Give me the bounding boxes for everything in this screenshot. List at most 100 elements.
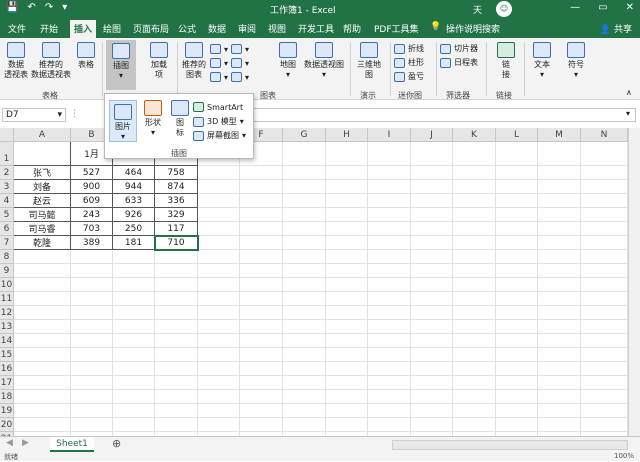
tell-me-search[interactable]: 操作说明搜索	[446, 22, 500, 35]
table-cell[interactable]: 609	[71, 194, 113, 208]
grid-cell[interactable]	[411, 236, 453, 250]
row-header[interactable]: 16	[0, 362, 14, 376]
hierarchy-chart-icon[interactable]	[231, 44, 243, 54]
grid-cell[interactable]	[14, 334, 71, 348]
grid-cell[interactable]	[113, 250, 155, 264]
row-header[interactable]: 3	[0, 180, 14, 194]
save-icon[interactable]: 💾	[6, 2, 18, 13]
grid-cell[interactable]	[113, 278, 155, 292]
grid-cell[interactable]	[368, 278, 411, 292]
grid-cell[interactable]	[411, 142, 453, 166]
pie-chart-icon[interactable]	[210, 72, 221, 82]
grid-cell[interactable]	[283, 404, 326, 418]
grid-cell[interactable]	[155, 390, 198, 404]
grid-cell[interactable]	[113, 390, 155, 404]
select-all-corner[interactable]	[0, 128, 14, 142]
screenshot-button[interactable]: 屏幕截图 ▾	[193, 130, 246, 141]
column-header[interactable]: I	[368, 128, 411, 142]
grid-cell[interactable]	[453, 236, 496, 250]
grid-cell[interactable]	[326, 306, 368, 320]
grid-cell[interactable]	[368, 348, 411, 362]
row-header[interactable]: 6	[0, 222, 14, 236]
grid-cell[interactable]	[581, 264, 628, 278]
grid-cell[interactable]	[538, 292, 581, 306]
sparkline-column-button[interactable]: 柱形	[394, 57, 424, 68]
grid-cell[interactable]	[113, 348, 155, 362]
row-header[interactable]: 2	[0, 166, 14, 180]
row-header[interactable]: 12	[0, 306, 14, 320]
grid-cell[interactable]	[240, 222, 283, 236]
grid-cell[interactable]	[283, 208, 326, 222]
grid-cell[interactable]	[113, 376, 155, 390]
column-header[interactable]: M	[538, 128, 581, 142]
sheet-nav-left-icon[interactable]: ◀	[6, 438, 13, 448]
grid-cell[interactable]	[453, 250, 496, 264]
grid-cell[interactable]	[198, 208, 240, 222]
grid-cell[interactable]	[326, 264, 368, 278]
grid-cell[interactable]	[453, 390, 496, 404]
grid-cell[interactable]	[326, 334, 368, 348]
grid-cell[interactable]	[326, 180, 368, 194]
illustrations-button[interactable]: 插图 ▾	[106, 40, 136, 90]
icons-button[interactable]: 图 标	[169, 100, 191, 138]
grid-cell[interactable]	[368, 292, 411, 306]
row-header[interactable]: 1	[0, 142, 14, 166]
grid-cell[interactable]	[283, 390, 326, 404]
grid-cell[interactable]	[496, 278, 538, 292]
grid-cell[interactable]	[283, 362, 326, 376]
grid-cell[interactable]	[14, 292, 71, 306]
recommended-charts-button[interactable]: 推荐的 图表	[180, 42, 208, 80]
grid-cell[interactable]	[71, 418, 113, 432]
table-cell[interactable]: 张飞	[14, 166, 71, 180]
grid-cell[interactable]	[155, 306, 198, 320]
grid-cell[interactable]	[411, 376, 453, 390]
table-cell[interactable]: 633	[113, 194, 155, 208]
grid-cell[interactable]	[240, 292, 283, 306]
grid-cell[interactable]	[283, 320, 326, 334]
tab-draw[interactable]: 绘图	[103, 22, 121, 35]
grid-cell[interactable]	[538, 320, 581, 334]
text-button[interactable]: 文本 ▾	[528, 42, 556, 80]
grid-cell[interactable]	[538, 334, 581, 348]
row-header[interactable]: 15	[0, 348, 14, 362]
tab-insert[interactable]: 插入	[70, 20, 97, 38]
grid-cell[interactable]	[71, 292, 113, 306]
grid-cell[interactable]	[71, 348, 113, 362]
grid-cell[interactable]	[14, 320, 71, 334]
timeline-button[interactable]: 日程表	[440, 57, 478, 68]
grid-cell[interactable]	[538, 278, 581, 292]
grid-cell[interactable]	[453, 362, 496, 376]
grid-cell[interactable]	[453, 264, 496, 278]
grid-cell[interactable]	[71, 404, 113, 418]
grid-cell[interactable]	[411, 334, 453, 348]
grid-cell[interactable]	[411, 306, 453, 320]
grid-cell[interactable]	[453, 306, 496, 320]
grid-cell[interactable]	[326, 208, 368, 222]
pivotchart-button[interactable]: 数据透视图 ▾	[302, 42, 346, 80]
grid-cell[interactable]	[368, 236, 411, 250]
table-cell[interactable]: 703	[71, 222, 113, 236]
grid-cell[interactable]	[368, 166, 411, 180]
grid-cell[interactable]	[496, 292, 538, 306]
grid-cell[interactable]	[240, 250, 283, 264]
row-header[interactable]: 8	[0, 250, 14, 264]
grid-cell[interactable]	[411, 320, 453, 334]
grid-cell[interactable]	[581, 236, 628, 250]
grid-cell[interactable]	[326, 390, 368, 404]
grid-cell[interactable]	[496, 376, 538, 390]
grid-cell[interactable]	[240, 194, 283, 208]
table-cell[interactable]: 司马懿	[14, 208, 71, 222]
grid-cell[interactable]	[538, 222, 581, 236]
grid-cell[interactable]	[538, 208, 581, 222]
grid-cell[interactable]	[368, 180, 411, 194]
3d-model-button[interactable]: 3D 模型 ▾	[193, 116, 244, 127]
table-cell[interactable]: 527	[71, 166, 113, 180]
grid-cell[interactable]	[581, 362, 628, 376]
grid-cell[interactable]	[198, 306, 240, 320]
tab-page-layout[interactable]: 页面布局	[133, 22, 169, 35]
grid-cell[interactable]	[411, 264, 453, 278]
grid-cell[interactable]	[283, 278, 326, 292]
grid-cell[interactable]	[368, 390, 411, 404]
tab-review[interactable]: 审阅	[238, 22, 256, 35]
grid-cell[interactable]	[155, 264, 198, 278]
